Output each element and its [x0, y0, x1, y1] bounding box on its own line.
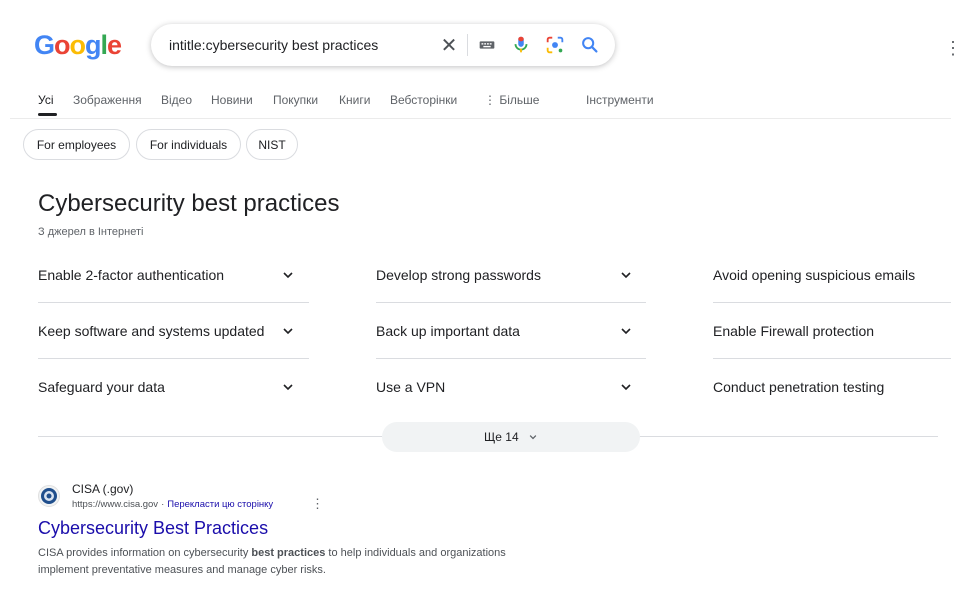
- result-options-icon[interactable]: ⋮: [311, 496, 324, 512]
- logo-letter: o: [54, 30, 70, 60]
- search-input[interactable]: intitle:cybersecurity best practices: [169, 37, 378, 53]
- accordion-divider: [713, 358, 951, 359]
- accordion-label: Avoid opening suspicious emails: [713, 267, 916, 283]
- accordion-divider: [38, 358, 309, 359]
- search-bar: intitle:cybersecurity best practices ✕: [151, 24, 615, 66]
- show-more-label: Ще 14: [484, 430, 519, 444]
- accordion-item[interactable]: Avoid opening suspicious emails: [713, 267, 951, 323]
- logo-letter: e: [107, 30, 122, 60]
- chip-nist[interactable]: NIST: [246, 129, 298, 160]
- tab-more[interactable]: ⋮ Більше: [484, 93, 539, 107]
- translate-link[interactable]: Перекласти цю сторінку: [167, 499, 273, 510]
- show-more-button[interactable]: Ще 14: [382, 422, 640, 452]
- section-title: Cybersecurity best practices: [38, 190, 340, 217]
- accordion-label: Enable 2-factor authentication: [38, 267, 225, 283]
- logo-letter: o: [69, 30, 86, 60]
- accordion-label: Develop strong passwords: [376, 267, 541, 283]
- snippet-text: CISA provides information on cybersecuri…: [38, 547, 252, 559]
- search-divider: [467, 34, 468, 56]
- accordion-label: Enable Firewall protection: [713, 323, 875, 339]
- cisa-seal-icon: [41, 488, 57, 504]
- accordion-item[interactable]: Keep software and systems updated: [38, 323, 309, 379]
- search-icon[interactable]: [579, 34, 601, 56]
- accordion-item[interactable]: Enable Firewall protection: [713, 323, 951, 379]
- chip-for-employees[interactable]: For employees: [23, 129, 130, 160]
- search-tabs: Усі Зображення Відео Новини Покупки Книг…: [38, 93, 738, 115]
- chip-for-individuals[interactable]: For individuals: [136, 129, 241, 160]
- site-url[interactable]: https://www.cisa.gov: [72, 499, 158, 510]
- chevron-down-icon: [621, 272, 631, 279]
- accordion-item[interactable]: Safeguard your data: [38, 379, 309, 435]
- site-url-line: https://www.cisa.gov · Перекласти цю сторі…: [72, 499, 273, 510]
- chevron-down-icon: [621, 328, 631, 335]
- result-snippet: CISA provides information on cybersecuri…: [38, 545, 508, 579]
- accordion-label: Conduct penetration testing: [713, 379, 885, 395]
- chevron-down-icon: [283, 272, 293, 279]
- url-separator: ·: [161, 499, 165, 510]
- tab-web[interactable]: Вебсторінки: [390, 93, 457, 107]
- site-favicon[interactable]: [38, 485, 60, 507]
- accordion-label: Use a VPN: [376, 379, 446, 395]
- accordion-label: Safeguard your data: [38, 379, 165, 395]
- tab-news[interactable]: Новини: [211, 93, 253, 107]
- accordion-label: Keep software and systems updated: [38, 323, 265, 339]
- chevron-down-icon: [529, 435, 537, 440]
- section-subtitle: З джерел в Інтернеті: [38, 226, 144, 238]
- lens-icon[interactable]: [544, 34, 566, 56]
- tab-images[interactable]: Зображення: [73, 93, 142, 107]
- result-title-link[interactable]: Cybersecurity Best Practices: [38, 518, 268, 539]
- tab-all[interactable]: Усі: [38, 93, 54, 107]
- more-options-icon[interactable]: ⋮: [944, 38, 962, 59]
- mic-icon[interactable]: [510, 34, 532, 56]
- logo-letter: g: [85, 30, 101, 60]
- google-logo[interactable]: Google: [34, 30, 122, 61]
- tab-books[interactable]: Книги: [339, 93, 370, 107]
- active-tab-indicator: [38, 113, 57, 116]
- tab-videos[interactable]: Відео: [161, 93, 192, 107]
- accordion-label: Back up important data: [376, 323, 520, 339]
- accordion-divider: [713, 302, 951, 303]
- accordion-divider: [376, 302, 646, 303]
- accordion-item[interactable]: Develop strong passwords: [376, 267, 646, 323]
- tabs-divider: [10, 118, 951, 119]
- accordion-item[interactable]: Conduct penetration testing: [713, 379, 951, 435]
- chevron-down-icon: [283, 384, 293, 391]
- accordion-divider: [376, 358, 646, 359]
- chevron-down-icon: [283, 328, 293, 335]
- chevron-down-icon: [621, 384, 631, 391]
- accordion-item[interactable]: Back up important data: [376, 323, 646, 379]
- accordion-divider: [38, 302, 309, 303]
- keyboard-icon[interactable]: [476, 34, 498, 56]
- close-icon[interactable]: ✕: [438, 33, 460, 58]
- snippet-highlight: best practices: [251, 547, 326, 559]
- accordion-item[interactable]: Enable 2-factor authentication: [38, 267, 309, 323]
- logo-letter: G: [34, 30, 55, 60]
- tab-tools[interactable]: Інструменти: [586, 93, 654, 107]
- tab-shopping[interactable]: Покупки: [273, 93, 318, 107]
- site-name[interactable]: CISA (.gov): [72, 482, 133, 496]
